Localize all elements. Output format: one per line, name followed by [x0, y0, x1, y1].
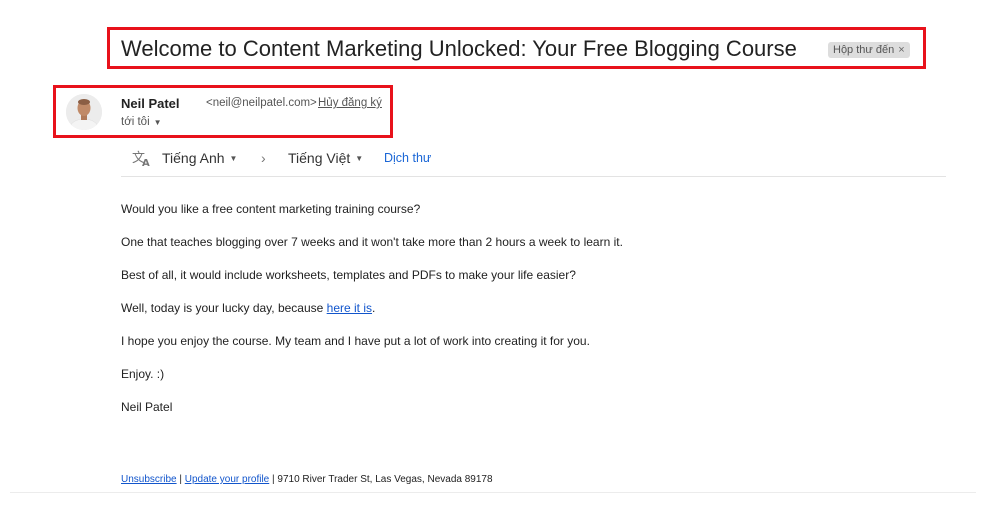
source-language-label: Tiếng Anh [162, 150, 225, 166]
chevron-down-icon: ▼ [355, 154, 364, 163]
sender-name[interactable]: Neil Patel [121, 96, 180, 111]
chevron-right-icon: › [261, 150, 266, 166]
email-footer: Unsubscribe | Update your profile | 9710… [121, 474, 493, 485]
recipient-details-toggle[interactable]: tới tôi ▼ [121, 116, 162, 128]
recipient-label: tới tôi [121, 116, 150, 128]
body-paragraph: One that teaches blogging over 7 weeks a… [121, 235, 623, 249]
chevron-down-icon: ▼ [229, 154, 238, 163]
update-profile-link[interactable]: Update your profile [185, 474, 270, 485]
sender-unsubscribe-link[interactable]: Hủy đăng ký [318, 97, 382, 109]
inbox-label-chip[interactable]: Hộp thư đến × [828, 42, 910, 58]
translate-icon: 文 A [132, 148, 152, 173]
body-text: Well, today is your lucky day, because [121, 301, 327, 315]
signature: Neil Patel [121, 400, 173, 414]
body-text: . [372, 301, 376, 315]
body-paragraph: Enjoy. :) [121, 367, 165, 381]
translate-message-link[interactable]: Dịch thư [384, 151, 431, 165]
target-language-select[interactable]: Tiếng Việt ▼ [288, 150, 363, 166]
sender-email: <neil@neilpatel.com> [206, 97, 317, 109]
remove-label-icon[interactable]: × [898, 44, 904, 56]
sender-highlight-box [53, 85, 393, 138]
avatar-image [66, 94, 102, 130]
body-paragraph: Well, today is your lucky day, because h… [121, 301, 375, 315]
body-paragraph: Best of all, it would include worksheets… [121, 268, 576, 282]
chevron-down-icon: ▼ [153, 118, 162, 127]
inbox-label-text: Hộp thư đến [833, 44, 895, 56]
body-paragraph: I hope you enjoy the course. My team and… [121, 334, 590, 348]
target-language-label: Tiếng Việt [288, 150, 351, 166]
course-link[interactable]: here it is [327, 301, 372, 315]
body-paragraph: Would you like a free content marketing … [121, 202, 421, 216]
sender-avatar[interactable] [66, 94, 102, 130]
footer-unsubscribe-link[interactable]: Unsubscribe [121, 474, 177, 485]
svg-text:A: A [142, 158, 150, 168]
footer-divider [10, 492, 976, 493]
footer-address: 9710 River Trader St, Las Vegas, Nevada … [277, 474, 493, 485]
translate-bar: 文 A Tiếng Anh ▼ › Tiếng Việt ▼ Dịch thư [121, 148, 946, 177]
source-language-select[interactable]: Tiếng Anh ▼ [162, 150, 237, 166]
email-subject: Welcome to Content Marketing Unlocked: Y… [121, 36, 797, 61]
footer-separator: | [176, 474, 185, 485]
